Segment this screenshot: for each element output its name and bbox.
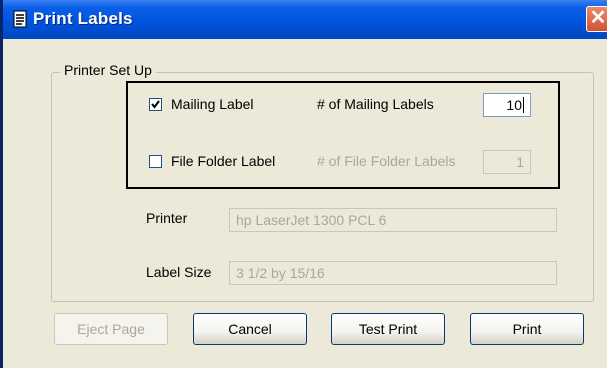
print-labels-dialog: Print Labels ✕ Printer Set Up Mailing La… — [0, 0, 607, 368]
mailing-label-label[interactable]: Mailing Label — [171, 96, 254, 112]
mailing-label-checkbox[interactable] — [149, 98, 162, 111]
test-print-button[interactable]: Test Print — [331, 313, 445, 345]
mailing-count-value: 10 — [506, 97, 522, 113]
printer-setup-legend: Printer Set Up — [60, 62, 156, 78]
printer-field: hp LaserJet 1300 PCL 6 — [229, 208, 557, 232]
test-print-label: Test Print — [358, 321, 418, 337]
printer-label: Printer — [146, 210, 188, 226]
mailing-count-input[interactable]: 10 — [483, 93, 531, 117]
mailing-count-label: # of Mailing Labels — [317, 96, 434, 112]
cancel-label: Cancel — [228, 321, 272, 337]
file-folder-count-label: # of File Folder Labels — [317, 153, 456, 169]
label-size-label: Label Size — [146, 264, 212, 280]
print-label: Print — [512, 321, 542, 337]
printer-value: hp LaserJet 1300 PCL 6 — [236, 212, 387, 228]
eject-page-label: Eject Page — [77, 321, 145, 337]
print-button[interactable]: Print — [470, 313, 584, 345]
file-folder-count-input: 1 — [483, 150, 531, 174]
checkmark-icon — [151, 100, 160, 109]
file-folder-count-value: 1 — [516, 154, 524, 170]
eject-page-button: Eject Page — [54, 313, 168, 345]
window-title: Print Labels — [33, 9, 133, 28]
document-icon — [13, 10, 27, 28]
file-folder-label-label[interactable]: File Folder Label — [171, 153, 275, 169]
close-button[interactable]: ✕ — [586, 6, 607, 32]
file-folder-label-checkbox[interactable] — [149, 155, 162, 168]
label-size-value: 3 1/2 by 15/16 — [236, 265, 325, 281]
label-size-field: 3 1/2 by 15/16 — [229, 261, 557, 285]
close-icon: ✕ — [589, 7, 607, 29]
title-bar[interactable]: Print Labels — [3, 0, 607, 39]
cancel-button[interactable]: Cancel — [193, 313, 307, 345]
